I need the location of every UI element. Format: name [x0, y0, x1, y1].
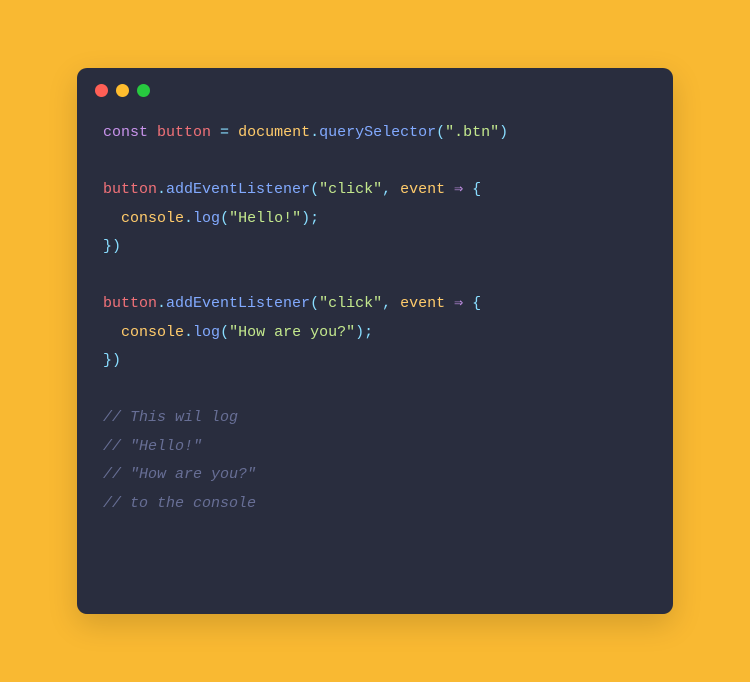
operator-equals: =: [211, 124, 238, 141]
operator-dot: .: [157, 181, 166, 198]
string-howareyou: "How are you?": [229, 324, 355, 341]
code-line: }): [103, 352, 121, 369]
code-window: const button = document.querySelector(".…: [77, 68, 673, 614]
identifier-console: console: [121, 324, 184, 341]
paren-open: (: [220, 324, 229, 341]
fn-log: log: [193, 324, 220, 341]
fn-log: log: [193, 210, 220, 227]
identifier-button: button: [157, 124, 211, 141]
operator-dot: .: [184, 324, 193, 341]
comma: ,: [382, 295, 400, 312]
comment-line: // to the console: [103, 495, 256, 512]
identifier-event: event: [400, 181, 445, 198]
comment-line: // This wil log: [103, 409, 238, 426]
paren-open: (: [310, 181, 319, 198]
string-hello: "Hello!": [229, 210, 301, 227]
paren-open: (: [310, 295, 319, 312]
fn-addeventlistener: addEventListener: [166, 295, 310, 312]
identifier-document: document: [238, 124, 310, 141]
close-icon[interactable]: [95, 84, 108, 97]
operator-dot: .: [184, 210, 193, 227]
code-line: button.addEventListener("click", event ⇒…: [103, 295, 481, 312]
paren-close-semi: );: [301, 210, 319, 227]
string-click: "click": [319, 181, 382, 198]
fn-queryselector: querySelector: [319, 124, 436, 141]
code-line: const button = document.querySelector(".…: [103, 124, 508, 141]
code-line: }): [103, 238, 121, 255]
identifier-button: button: [103, 181, 157, 198]
paren-close: ): [499, 124, 508, 141]
code-line: console.log("How are you?");: [103, 324, 373, 341]
window-titlebar: [77, 68, 673, 105]
brace-close: }): [103, 238, 121, 255]
arrow-operator: ⇒: [445, 295, 472, 312]
identifier-console: console: [121, 210, 184, 227]
arrow-operator: ⇒: [445, 181, 472, 198]
brace-open: {: [472, 181, 481, 198]
string-click: "click": [319, 295, 382, 312]
fn-addeventlistener: addEventListener: [166, 181, 310, 198]
code-block: const button = document.querySelector(".…: [77, 105, 673, 532]
paren-close-semi: );: [355, 324, 373, 341]
comment-line: // "How are you?": [103, 466, 256, 483]
code-line: button.addEventListener("click", event ⇒…: [103, 181, 481, 198]
brace-close: }): [103, 352, 121, 369]
paren-open: (: [220, 210, 229, 227]
comment-line: // "Hello!": [103, 438, 202, 455]
maximize-icon[interactable]: [137, 84, 150, 97]
comma: ,: [382, 181, 400, 198]
indent: [103, 210, 121, 227]
paren-open: (: [436, 124, 445, 141]
brace-open: {: [472, 295, 481, 312]
keyword-const: const: [103, 124, 148, 141]
indent: [103, 324, 121, 341]
string-btn: ".btn": [445, 124, 499, 141]
identifier-button: button: [103, 295, 157, 312]
identifier-event: event: [400, 295, 445, 312]
operator-dot: .: [310, 124, 319, 141]
minimize-icon[interactable]: [116, 84, 129, 97]
code-line: console.log("Hello!");: [103, 210, 319, 227]
operator-dot: .: [157, 295, 166, 312]
